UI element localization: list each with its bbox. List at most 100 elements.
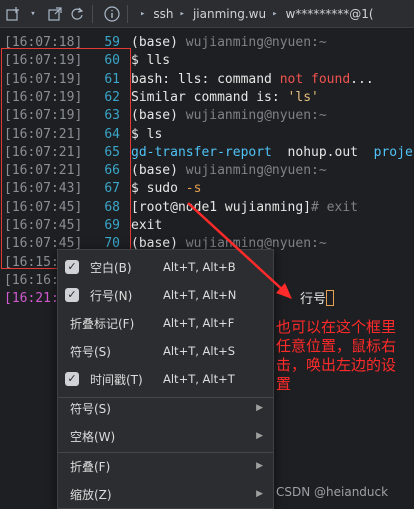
menu-item-label: 折叠(F) <box>70 459 111 474</box>
line-timestamp: [16:16: <box>4 272 59 288</box>
line-text: $ ls <box>131 126 162 144</box>
line-number: 66 <box>104 163 120 179</box>
toolbar: ▾ ▸ ssh ▸ jianming.wu ▸ w*********@1( <box>0 0 414 28</box>
terminal-line: [16:07:43] 67 $ sudo -s <box>0 180 414 198</box>
menu-item-label: 空格(W) <box>70 429 116 444</box>
line-timestamp: [16:07:43] <box>4 181 83 197</box>
menu-item-line-numbers[interactable]: ✓ 行号(N) Alt+T, Alt+N <box>58 281 273 309</box>
line-text: $ lls <box>131 52 170 70</box>
menu-item-label: 符号(S) <box>70 401 111 416</box>
line-text: (base) wujianming@nyuen:~ <box>131 162 327 180</box>
line-text-segment: (base) <box>131 163 186 179</box>
line-text-segment: (base) <box>131 35 186 50</box>
menu-item-spaces-submenu[interactable]: 空格(W) ▶ <box>58 422 273 450</box>
line-text-segment: $ ls <box>131 126 163 142</box>
terminal-line: [16:07:19] 62 Similar command is: 'ls' <box>0 89 414 107</box>
terminal-line: [16:07:19] 61 bash: lls: command not found… <box>0 71 414 89</box>
line-text-segment: ... <box>350 71 374 87</box>
line-number: 61 <box>104 71 120 87</box>
line-text: 行号 <box>300 290 335 309</box>
line-text-segment: $ lls <box>131 53 171 69</box>
menu-item-label: 折叠标记(F) <box>70 316 135 331</box>
line-timestamp: [16:07:19] <box>4 53 83 69</box>
submenu-arrow-icon: ▶ <box>256 461 263 471</box>
line-text-segment: # exit <box>311 199 358 215</box>
line-text-segment: (base) <box>131 108 186 124</box>
line-timestamp: [16:15: <box>4 254 59 270</box>
line-timestamp: [16:21: <box>4 291 59 307</box>
line-text: Similar command is: 'ls' <box>131 89 319 107</box>
line-number: 60 <box>104 53 120 69</box>
refresh-icon[interactable] <box>68 5 86 23</box>
line-timestamp: [16:07:45] <box>4 218 83 233</box>
menu-item-label: 缩放(Z) <box>70 487 112 502</box>
terminal-line: [16:07:18] 59 (base) wujianming@nyuen:~ <box>0 34 414 52</box>
line-text-segment: [root@node1 wujianming] <box>131 199 312 215</box>
submenu-arrow-icon: ▶ <box>256 431 263 441</box>
line-text-segment: wujianming@nyuen:~ <box>185 108 327 124</box>
menu-item-timestamps[interactable]: ✓ 时间戳(T) Alt+T, Alt+T <box>58 365 273 393</box>
terminal-line: [16:07:21] 66 (base) wujianming@nyuen:~ <box>0 162 414 180</box>
line-text: (base) wujianming@nyuen:~ <box>131 107 327 125</box>
terminal-line: [16:07:21] 64 $ ls <box>0 126 414 144</box>
line-number: 64 <box>104 126 120 142</box>
line-text-segment: 'ls' <box>287 89 319 105</box>
line-timestamp: [16:07:45] <box>4 199 83 215</box>
line-number: 67 <box>104 181 120 197</box>
menu-item-zoom-submenu[interactable]: 缩放(Z) ▶ <box>58 480 273 508</box>
submenu-arrow-icon: ▶ <box>256 489 263 499</box>
check-icon: ✓ <box>65 372 79 386</box>
line-text-segment: wujianming@nyuen:~ <box>185 163 327 179</box>
line-text-segment: exit <box>131 218 163 233</box>
line-timestamp: [16:07:21] <box>4 126 83 142</box>
line-text: gd-transfer-report nohup.out proje <box>131 144 413 162</box>
open-external-icon[interactable] <box>46 5 64 23</box>
breadcrumb-user[interactable]: w*********@1( <box>285 7 373 21</box>
line-text-segment: not found <box>279 71 351 87</box>
menu-item-shortcut: Alt+T, Alt+F <box>163 316 235 330</box>
terminal-line: [16:07:21] 65 gd-transfer-report nohup.out… <box>0 144 414 162</box>
line-number: 62 <box>104 89 120 105</box>
line-number: 63 <box>104 108 120 124</box>
annotation-note: 也可以在这个框里任意位置，鼠标右击，唤出左边的设置 <box>276 318 397 393</box>
menu-item-fold-markers[interactable]: 折叠标记(F) Alt+T, Alt+F <box>58 309 273 337</box>
menu-item-symbols[interactable]: 符号(S) Alt+T, Alt+S <box>58 337 273 365</box>
line-number: 65 <box>104 144 120 160</box>
menu-item-symbols-submenu[interactable]: 符号(S) ▶ <box>58 394 273 422</box>
menu-item-fold-submenu[interactable]: 折叠(F) ▶ <box>58 452 273 480</box>
menu-item-shortcut: Alt+T, Alt+N <box>163 288 237 302</box>
line-text: bash: lls: command not found... <box>131 71 374 89</box>
menu-item-label: 行号(N) <box>90 288 133 303</box>
watermark: CSDN @heianduck <box>276 485 389 499</box>
breadcrumb-arrow-icon: ▸ <box>140 8 146 19</box>
check-icon: ✓ <box>65 260 79 274</box>
breadcrumb-host[interactable]: jianming.wu <box>193 7 266 21</box>
line-number: 69 <box>104 218 120 233</box>
submenu-arrow-icon: ▶ <box>256 403 263 413</box>
menu-item-label: 符号(S) <box>70 344 111 359</box>
check-icon: ✓ <box>65 288 79 302</box>
line-text-segment: wujianming@nyuen:~ <box>185 35 327 50</box>
line-text-segment: $ sudo <box>131 181 186 197</box>
line-timestamp: [16:07:19] <box>4 108 83 124</box>
line-text-segment: -s <box>185 181 202 197</box>
breadcrumb-protocol[interactable]: ssh <box>153 7 173 21</box>
chevron-down-icon[interactable]: ▾ <box>24 5 42 23</box>
terminal-line: [16:07:45] 69 exit <box>0 217 414 235</box>
menu-item-shortcut: Alt+T, Alt+S <box>163 344 236 358</box>
line-timestamp: [16:07:21] <box>4 163 83 179</box>
line-text-segment: bash: lls: command <box>131 71 280 87</box>
menu-item-label: 时间戳(T) <box>90 372 143 387</box>
info-icon[interactable] <box>103 5 121 23</box>
line-text-segment: 行号 <box>300 292 327 308</box>
terminal-line: [16:07:19] 60 $ lls <box>0 52 414 70</box>
line-text: $ sudo -s <box>131 180 201 198</box>
menu-item-whitespace[interactable]: ✓ 空白(B) Alt+T, Alt+B <box>58 253 273 281</box>
new-tab-icon[interactable] <box>4 5 22 23</box>
line-text-segment: Similar command is: <box>131 89 288 105</box>
line-text: exit <box>131 217 162 235</box>
line-timestamp: [16:07:21] <box>4 144 83 160</box>
line-timestamp: [16:07:18] <box>4 35 83 50</box>
line-timestamp: [16:07:19] <box>4 71 83 87</box>
menu-item-label: 空白(B) <box>90 260 132 275</box>
